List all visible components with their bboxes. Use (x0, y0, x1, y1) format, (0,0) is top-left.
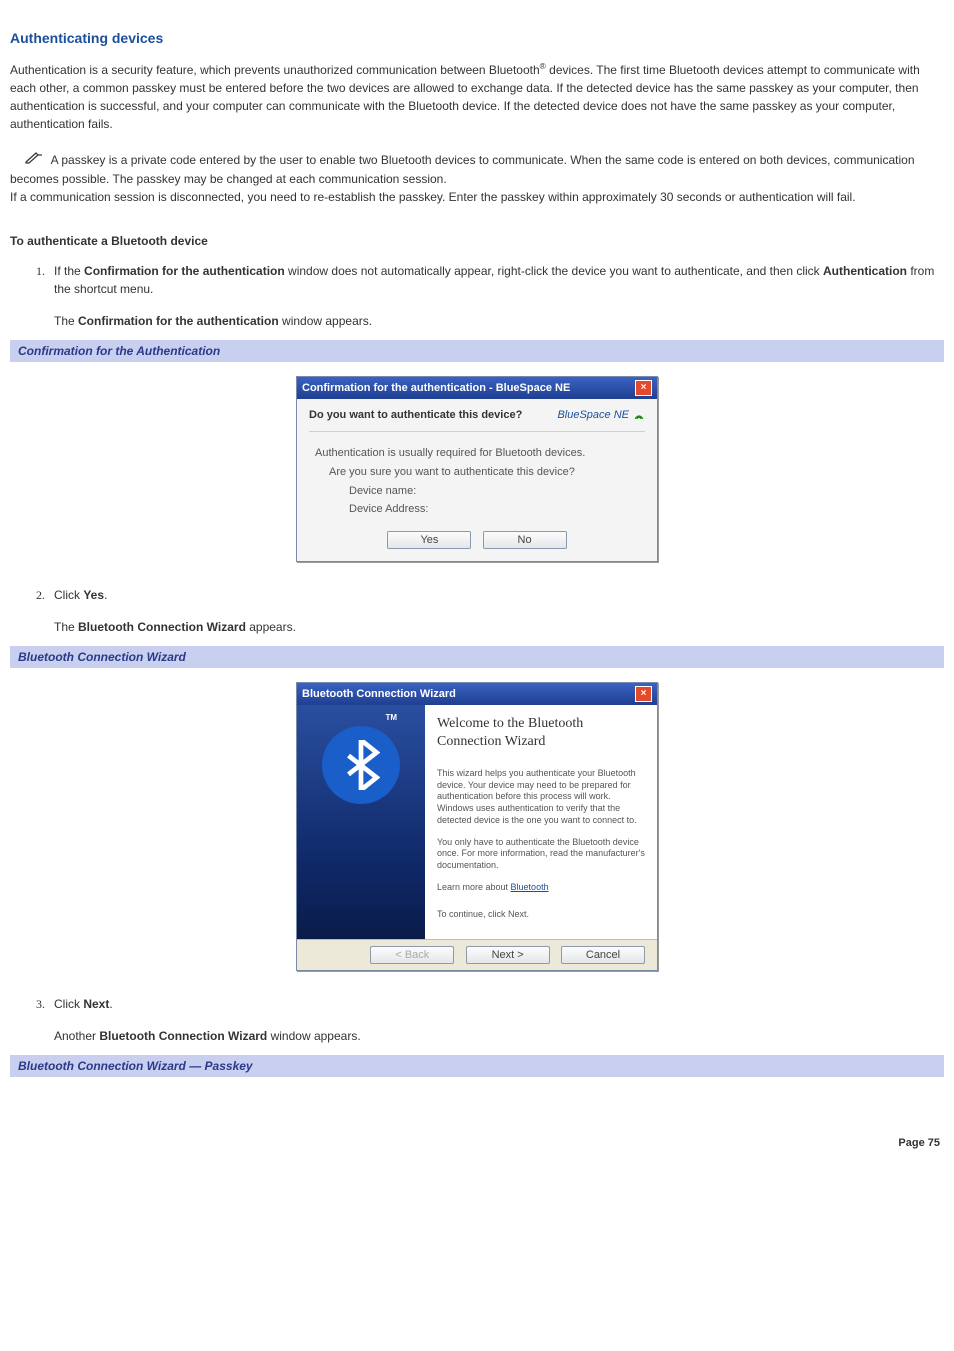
step3-sub-pre: Another (54, 1029, 99, 1043)
bluespace-brand: BlueSpace NE (557, 409, 645, 421)
conf-device-address-label: Device Address: (349, 500, 645, 519)
note-text-1: A passkey is a private code entered by t… (10, 153, 915, 186)
conf-line-1: Authentication is usually required for B… (315, 444, 645, 463)
step2-b1: Yes (83, 588, 104, 602)
step2-sub-post: appears. (246, 620, 296, 634)
confirmation-title-text: Confirmation for the authentication - Bl… (302, 382, 570, 394)
step3-sub-b: Bluetooth Connection Wizard (99, 1029, 267, 1043)
conf-device-name-label: Device name: (349, 482, 645, 501)
step-1: If the Confirmation for the authenticati… (48, 262, 944, 330)
wizard-dialog: Bluetooth Connection Wizard × TM Welcome… (296, 682, 658, 971)
step2-sub-pre: The (54, 620, 78, 634)
bluetooth-link[interactable]: Bluetooth (511, 882, 549, 892)
step-3: Click Next. Another Bluetooth Connection… (48, 995, 944, 1045)
page-number: Page 75 (10, 1137, 944, 1149)
step2-post: . (104, 588, 107, 602)
note-text-2: If a communication session is disconnect… (10, 190, 856, 204)
step3-sub-post: window appears. (267, 1029, 360, 1043)
step2-pre: Click (54, 588, 83, 602)
step-2: Click Yes. The Bluetooth Connection Wiza… (48, 586, 944, 636)
wizard-footer: < Back Next > Cancel (297, 939, 657, 970)
wizard-title-text: Bluetooth Connection Wizard (302, 688, 456, 700)
step1-sub-pre: The (54, 314, 78, 328)
note-icon (24, 151, 44, 170)
intro-paragraph: Authentication is a security feature, wh… (10, 60, 944, 133)
wizard-p2: You only have to authenticate the Blueto… (437, 837, 645, 872)
close-icon[interactable]: × (635, 380, 652, 396)
steps-list-2: Click Yes. The Bluetooth Connection Wiza… (30, 586, 944, 636)
wizard-sidebar: TM (297, 705, 425, 939)
conf-line-2: Are you sure you want to authenticate th… (329, 463, 645, 482)
steps-list: If the Confirmation for the authenticati… (30, 262, 944, 330)
caption-wizard: Bluetooth Connection Wizard (10, 646, 944, 668)
yes-button[interactable]: Yes (387, 531, 471, 549)
intro-text: Authentication is a security feature, wh… (10, 63, 540, 77)
confirmation-question: Do you want to authenticate this device? (309, 409, 522, 421)
step1-sub-b: Confirmation for the authentication (78, 314, 279, 328)
wizard-welcome: Welcome to the Bluetooth Connection Wiza… (437, 715, 645, 750)
step1-b2: Authentication (823, 264, 907, 278)
sub-heading: To authenticate a Bluetooth device (10, 234, 944, 248)
wizard-titlebar: Bluetooth Connection Wizard × (297, 683, 657, 705)
step3-b1: Next (83, 997, 109, 1011)
step1-sub-post: window appears. (279, 314, 372, 328)
cancel-button[interactable]: Cancel (561, 946, 645, 964)
step3-post: . (109, 997, 112, 1011)
bluetooth-icon (322, 726, 400, 804)
wizard-continue: To continue, click Next. (437, 909, 645, 921)
signal-icon (633, 409, 645, 421)
wizard-p1: This wizard helps you authenticate your … (437, 768, 645, 826)
step3-pre: Click (54, 997, 83, 1011)
tm-mark: TM (385, 713, 397, 722)
caption-passkey: Bluetooth Connection Wizard — Passkey (10, 1055, 944, 1077)
no-button[interactable]: No (483, 531, 567, 549)
step1-b1: Confirmation for the authentication (84, 264, 285, 278)
close-icon[interactable]: × (635, 686, 652, 702)
caption-confirmation: Confirmation for the Authentication (10, 340, 944, 362)
confirmation-dialog: Confirmation for the authentication - Bl… (296, 376, 658, 562)
back-button: < Back (370, 946, 454, 964)
step1-mid: window does not automatically appear, ri… (285, 264, 823, 278)
bluespace-label: BlueSpace NE (557, 409, 629, 421)
confirmation-titlebar: Confirmation for the authentication - Bl… (297, 377, 657, 399)
step2-sub-b: Bluetooth Connection Wizard (78, 620, 246, 634)
note-block: A passkey is a private code entered by t… (10, 151, 944, 206)
wizard-learn-pre: Learn more about (437, 882, 511, 892)
page-title: Authenticating devices (10, 30, 944, 46)
step1-pre: If the (54, 264, 84, 278)
next-button[interactable]: Next > (466, 946, 550, 964)
steps-list-3: Click Next. Another Bluetooth Connection… (30, 995, 944, 1045)
